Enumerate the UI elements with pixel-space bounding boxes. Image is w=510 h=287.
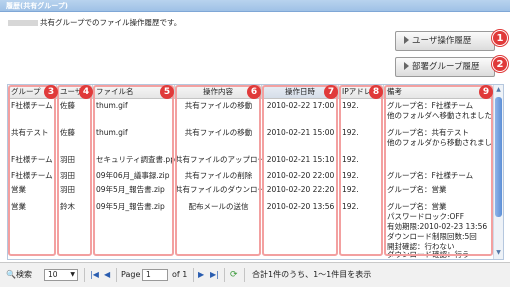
description-text: 共有グループでのファイル操作履歴です。 xyxy=(40,18,182,27)
chevron-down-icon: ▼ xyxy=(70,271,75,278)
divider xyxy=(244,268,245,282)
col-header-note[interactable]: 備考 xyxy=(384,85,494,99)
callout-badge-3: 3 xyxy=(44,85,58,99)
cell-user: 鈴木 xyxy=(60,202,75,211)
divider xyxy=(116,268,117,282)
cell-note-line: ダウンロード制限回数:5回 xyxy=(387,232,477,241)
result-summary: 合計1件のうち、1～1件目を表示 xyxy=(252,270,372,279)
redacted-text xyxy=(8,20,38,26)
refresh-icon[interactable]: ⟳ xyxy=(230,269,238,281)
page-total: of 1 xyxy=(172,270,188,279)
user-history-button[interactable]: ユーザ操作履歴 xyxy=(395,31,495,51)
cell-datetime: 2010-02-20 22:20 xyxy=(266,185,335,194)
cell-note-line: グループ名：営業 xyxy=(387,185,447,194)
cell-file: 09年06月_議事録.zip xyxy=(96,171,170,180)
cell-user: 羽田 xyxy=(60,171,75,180)
callout-badge-7: 7 xyxy=(324,85,338,99)
cell-datetime: 2010-02-21 15:10 xyxy=(266,155,335,164)
callout-badge-6: 6 xyxy=(247,85,261,99)
prev-page-icon[interactable]: ◀ xyxy=(104,269,110,281)
callout-badge-5: 5 xyxy=(160,85,174,99)
cell-note-line: 他のフォルダへ移動されました。 xyxy=(387,111,494,120)
cell-group: 共有テスト xyxy=(11,128,49,137)
play-icon xyxy=(404,62,409,70)
cell-group: F社様チーム xyxy=(11,101,53,110)
divider xyxy=(84,268,85,282)
last-page-icon[interactable]: ▶| xyxy=(210,269,219,281)
cell-file: 09年5月_報告書.zip xyxy=(96,185,165,194)
page-label: Page xyxy=(121,270,141,279)
cell-file: 09年5月_報告書.zip xyxy=(96,202,165,211)
cell-user: 佐藤 xyxy=(60,101,75,110)
callout-badge-4: 4 xyxy=(79,85,93,99)
cell-file: thum.gif xyxy=(96,128,128,137)
cell-operation: 共有ファイルの移動 xyxy=(184,101,253,110)
first-page-icon[interactable]: |◀ xyxy=(90,269,99,281)
cell-note-line: パスワードロック:OFF xyxy=(387,212,465,221)
cell-datetime: 2010-02-22 17:00 xyxy=(266,101,335,110)
pager-bar: 🔍検索 10 ▼ |◀ ◀ Page 1 of 1 ▶ ▶| ⟳ 合計1件のうち、… xyxy=(0,262,510,287)
cell-note-line: ダウンロード確認：行う xyxy=(387,250,470,259)
cell-operation: 配布メールの送信 xyxy=(188,202,249,211)
cell-note-line: グループ名：営業 xyxy=(387,202,447,211)
cell-user: 羽田 xyxy=(60,185,75,194)
cell-group: F社様チーム xyxy=(11,171,53,180)
cell-note-line: グループ名：F社様チーム xyxy=(387,171,474,180)
cell-user: 羽田 xyxy=(60,155,75,164)
cell-user: 佐藤 xyxy=(60,128,75,137)
cell-operation: 共有ファイルのダウンロード xyxy=(175,185,262,194)
search-button[interactable]: 🔍検索 xyxy=(6,269,32,281)
user-history-label: ユーザ操作履歴 xyxy=(412,36,472,46)
cell-ip: 192. xyxy=(342,155,359,164)
search-icon: 🔍 xyxy=(6,270,16,279)
cell-ip: 192. xyxy=(342,128,359,137)
cell-group: 営業 xyxy=(11,202,26,211)
description: 共有グループでのファイル操作履歴です。 xyxy=(8,18,181,28)
cell-datetime: 2010-02-20 22:00 xyxy=(266,171,335,180)
page-number-input[interactable]: 1 xyxy=(142,269,168,281)
cell-operation: 共有ファイルの削除 xyxy=(184,171,253,180)
vertical-scrollbar[interactable]: ▲ ▼ xyxy=(493,85,503,259)
cell-note-line: 他のフォルダから移動されました。 xyxy=(387,138,494,147)
cell-file: thum.gif xyxy=(96,101,128,110)
cell-ip: 192. xyxy=(342,185,359,194)
cell-ip: 192. xyxy=(342,101,359,110)
scroll-thumb[interactable] xyxy=(495,97,502,217)
divider xyxy=(224,268,225,282)
cell-group: F社様チーム xyxy=(11,155,53,164)
cell-datetime: 2010-02-20 13:56 xyxy=(266,202,335,211)
callout-badge-9: 9 xyxy=(479,85,493,99)
page-size-value: 10 xyxy=(48,270,58,279)
cell-operation: 共有ファイルのアップロード xyxy=(175,155,262,164)
callout-badge-8: 8 xyxy=(369,85,383,99)
search-label: 検索 xyxy=(15,270,32,279)
cell-operation: 共有ファイルの移動 xyxy=(184,128,253,137)
cell-note-line: 有効期限:2010-02-23 13:56 xyxy=(387,222,488,231)
cell-ip: 192. xyxy=(342,171,359,180)
cell-group: 営業 xyxy=(11,185,26,194)
divider xyxy=(193,268,194,282)
callout-badge-1: 1 xyxy=(492,30,508,46)
cell-datetime: 2010-02-21 15:00 xyxy=(266,128,335,137)
dept-history-label: 部署グループ履歴 xyxy=(412,62,480,72)
callout-badge-2: 2 xyxy=(492,56,508,72)
panel-title: 履歴(共有グループ) xyxy=(0,0,510,12)
cell-note-line: グループ名：F社様チーム xyxy=(387,101,474,110)
scroll-up-icon[interactable]: ▲ xyxy=(495,86,502,94)
page-size-select[interactable]: 10 ▼ xyxy=(44,269,78,281)
play-icon xyxy=(404,36,409,44)
scroll-down-icon[interactable]: ▼ xyxy=(495,249,502,257)
cell-file: セキュリティ調査書.ppt xyxy=(96,155,175,164)
cell-ip: 192. xyxy=(342,202,359,211)
history-grid: グループ ユーザ ファイル名 操作内容 操作日時 IPアドレス 備考 F社様チー… xyxy=(7,84,504,260)
dept-history-button[interactable]: 部署グループ履歴 xyxy=(395,57,495,77)
next-page-icon[interactable]: ▶ xyxy=(198,269,204,281)
cell-note-line: グループ名：共有テスト xyxy=(387,128,470,137)
